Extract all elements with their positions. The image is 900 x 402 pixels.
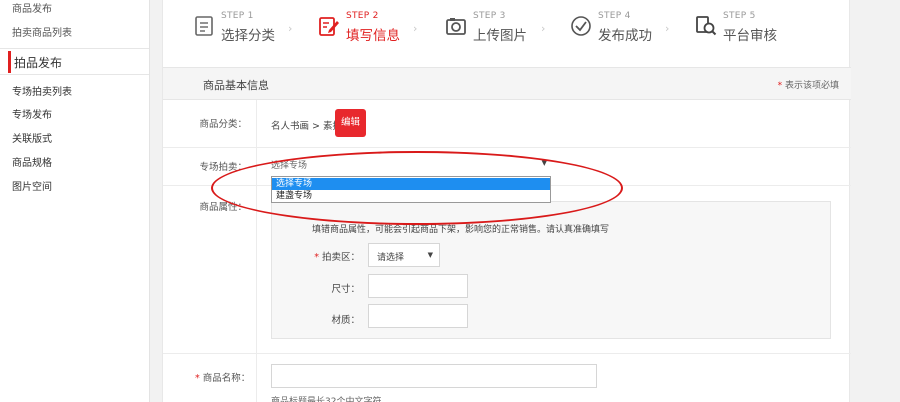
step-name: 填写信息 — [346, 28, 400, 44]
sidebar-item-linked-layout[interactable]: 关联版式 — [0, 132, 149, 148]
dropdown-option-selected[interactable]: 选择专场 — [272, 178, 550, 190]
step-name: 上传图片 — [473, 28, 527, 44]
sidebar-item-image-space[interactable]: 图片空间 — [0, 180, 149, 196]
camera-icon — [446, 18, 466, 35]
category-path: 名人书画 > 素描 — [271, 121, 342, 132]
edit-category-button[interactable]: 编辑 — [335, 109, 366, 137]
chevron-right-icon: › — [541, 22, 546, 35]
active-indicator — [8, 51, 11, 73]
product-name-label-text: 商品名称： — [202, 373, 251, 384]
step-number: STEP 4 — [598, 11, 631, 21]
size-label: 尺寸： — [331, 284, 360, 295]
caret-down-icon: ▼ — [541, 159, 547, 167]
label-divider — [256, 100, 257, 402]
special-auction-select-value: 选择专场 — [271, 161, 308, 171]
auction-area-select[interactable]: 请选择 ▼ — [368, 243, 440, 267]
special-auction-select[interactable]: 选择专场 ▼ — [271, 158, 551, 172]
page: 商品发布 拍卖商品列表 拍品发布 专场拍卖列表 专场发布 关联版式 商品规格 图… — [0, 0, 900, 402]
sidebar-item-product-spec[interactable]: 商品规格 — [0, 156, 149, 172]
main-panel: STEP 1 选择分类 › STEP 2 填写信息 › STEP 3 上传图片 … — [162, 0, 851, 402]
product-name-hint: 商品标题最长32个中文字符 — [271, 397, 382, 402]
required-note: * 表示该项必填 — [778, 78, 839, 91]
special-auction-dropdown: 选择专场 建盏专场 — [271, 176, 551, 203]
row-divider — [163, 147, 851, 148]
attribute-hint: 填错商品属性，可能会引起商品下架，影响您的正常销售。请认真准确填写 — [312, 225, 610, 235]
product-name-label: * 商品名称： — [195, 370, 250, 384]
chevron-right-icon: › — [665, 22, 670, 35]
auction-area-label: * 拍卖区： — [306, 249, 360, 263]
auction-area-select-value: 请选择 — [377, 253, 405, 263]
material-input[interactable] — [368, 304, 468, 328]
dropdown-option[interactable]: 建盏专场 — [272, 190, 550, 202]
row-divider — [163, 353, 851, 354]
section-header: 商品基本信息 * 表示该项必填 — [163, 67, 851, 100]
required-star: * — [777, 81, 783, 91]
special-auction-label: 专场拍卖： — [199, 162, 247, 173]
attribute-panel: 填错商品属性，可能会引起商品下架，影响您的正常销售。请认真准确填写 * 拍卖区：… — [271, 201, 831, 339]
step-indicator: STEP 1 选择分类 › STEP 2 填写信息 › STEP 3 上传图片 … — [163, 0, 851, 66]
step-name: 发布成功 — [598, 28, 652, 44]
sidebar-item-product-publish[interactable]: 商品发布 — [0, 2, 149, 18]
sidebar-item-auction-list[interactable]: 拍卖商品列表 — [0, 26, 149, 42]
auction-area-label-text: 拍卖区： — [321, 252, 360, 263]
required-note-text: 表示该项必填 — [784, 81, 839, 91]
product-name-input[interactable] — [271, 364, 597, 388]
required-star: * — [314, 252, 322, 263]
sidebar-item-special-list[interactable]: 专场拍卖列表 — [0, 85, 149, 101]
step-number: STEP 1 — [221, 11, 254, 21]
review-icon — [696, 16, 717, 36]
step-number: STEP 5 — [723, 11, 756, 21]
required-star: * — [195, 373, 203, 384]
caret-down-icon: ▼ — [427, 251, 433, 259]
sidebar-item-special-publish[interactable]: 专场发布 — [0, 108, 149, 124]
size-input[interactable] — [368, 274, 468, 298]
material-label: 材质： — [331, 315, 360, 326]
section-title: 商品基本信息 — [203, 79, 269, 92]
edit-icon — [319, 17, 339, 36]
chevron-right-icon: › — [288, 22, 293, 35]
sidebar-section-label: 拍品发布 — [14, 56, 63, 70]
step-name: 选择分类 — [221, 28, 275, 44]
sidebar: 商品发布 拍卖商品列表 拍品发布 专场拍卖列表 专场发布 关联版式 商品规格 图… — [0, 0, 150, 402]
attribute-label: 商品属性： — [199, 202, 247, 213]
check-circle-icon — [571, 16, 591, 36]
chevron-right-icon: › — [413, 22, 418, 35]
sidebar-section-lot-publish[interactable]: 拍品发布 — [0, 48, 149, 75]
page-background-right — [872, 0, 900, 402]
document-icon — [195, 16, 213, 36]
step-number: STEP 3 — [473, 11, 506, 21]
step-name: 平台审核 — [723, 28, 777, 44]
category-label: 商品分类： — [199, 119, 247, 130]
step-number: STEP 2 — [346, 11, 379, 21]
